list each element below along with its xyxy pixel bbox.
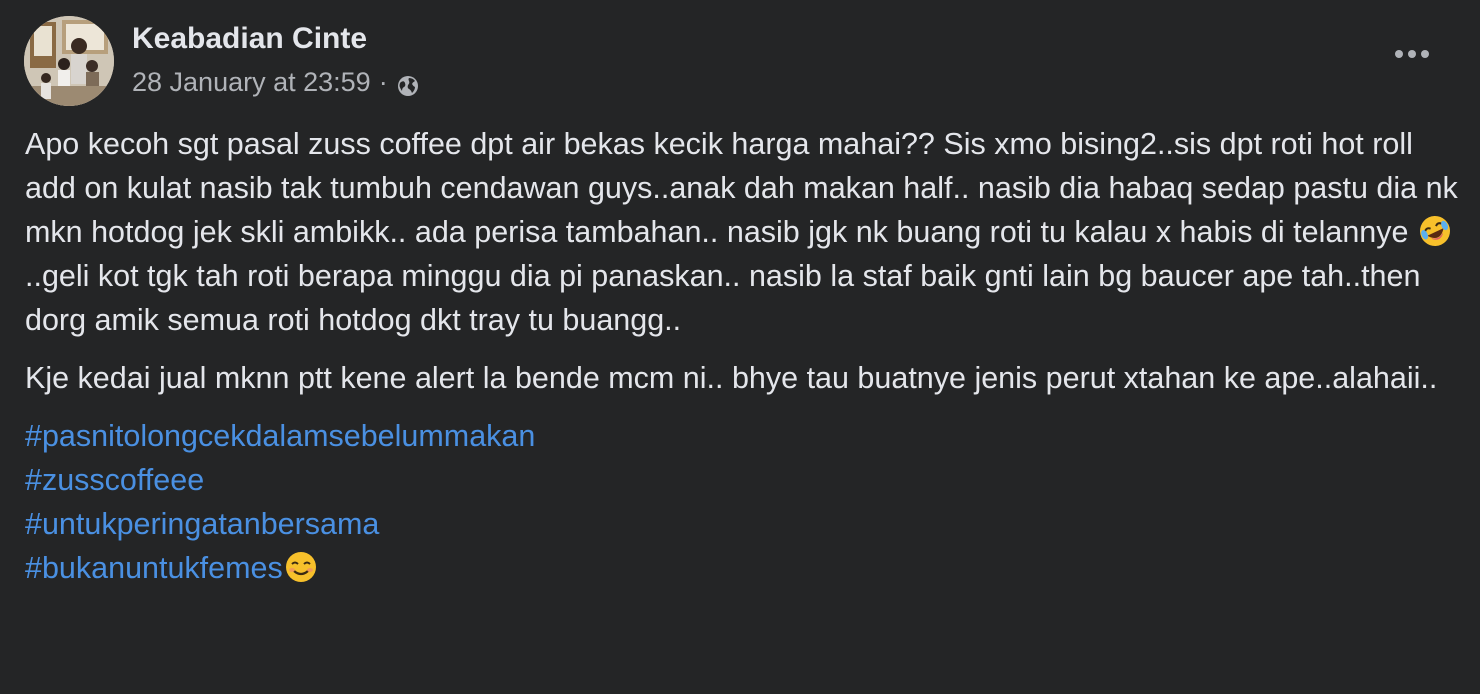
post-timestamp[interactable]: 28 January at 23:59 (132, 64, 371, 100)
post-paragraph-1: Apo kecoh sgt pasal zuss coffee dpt air … (25, 122, 1465, 342)
hashtag-link[interactable]: #bukanuntukfemes (25, 551, 283, 585)
post-paragraph-2: Kje kedai jual mknn ptt kene alert la be… (25, 361, 1438, 395)
rolling-on-floor-laughing-emoji (1419, 216, 1450, 246)
facebook-post: Keabadian Cinte 28 January at 23:59 · Ap… (0, 0, 1480, 694)
avatar-photo (24, 16, 114, 106)
post-body: Apo kecoh sgt pasal zuss coffee dpt air … (25, 122, 1465, 590)
hashtag-list: #pasnitolongcekdalamsebelummakan #zussco… (25, 414, 1465, 590)
hashtag-link[interactable]: #zusscoffeee (25, 458, 1465, 502)
last-hashtag-row: #bukanuntukfemes (25, 546, 1465, 590)
hashtag-link[interactable]: #pasnitolongcekdalamsebelummakan (25, 414, 1465, 458)
author-name[interactable]: Keabadian Cinte (132, 19, 367, 59)
more-options-button[interactable] (1386, 36, 1438, 72)
paragraph-1-text-b: ..geli kot tgk tah roti berapa minggu di… (25, 259, 1421, 337)
more-options-icon (1395, 50, 1403, 58)
author-avatar[interactable] (24, 16, 114, 106)
hashtag-link[interactable]: #untukperingatanbersama (25, 502, 1465, 546)
post-meta: 28 January at 23:59 · (132, 64, 420, 100)
meta-separator: · (378, 67, 388, 97)
smiling-face-emoji (285, 552, 316, 582)
globe-icon[interactable] (396, 71, 420, 96)
paragraph-1-text-a: Apo kecoh sgt pasal zuss coffee dpt air … (25, 127, 1458, 249)
